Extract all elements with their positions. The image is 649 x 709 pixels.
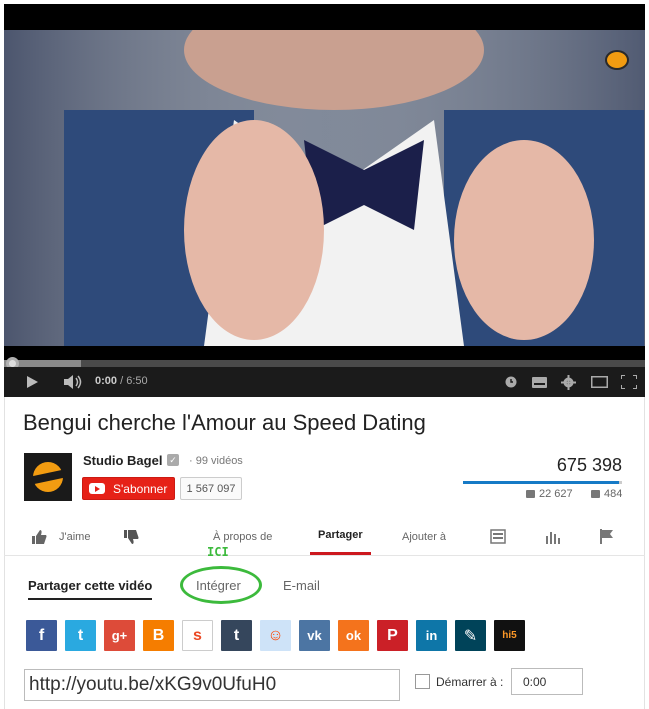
share-url-field[interactable]: http://youtu.be/xKG9v0UfuH0 bbox=[24, 669, 400, 701]
sentiment-likes-fill bbox=[463, 481, 619, 484]
channel-name[interactable]: Studio Bagel bbox=[83, 453, 162, 468]
video-frame[interactable] bbox=[4, 30, 645, 346]
start-at-checkbox[interactable] bbox=[415, 674, 430, 689]
google-plus-icon[interactable]: g+ bbox=[104, 620, 135, 651]
video-count[interactable]: · 99 vidéos bbox=[189, 455, 243, 467]
tab-share[interactable]: Partager bbox=[310, 518, 371, 555]
subtitles-icon[interactable] bbox=[531, 372, 547, 392]
share-tab-email[interactable]: E-mail bbox=[283, 578, 320, 593]
dislike-button[interactable] bbox=[124, 518, 139, 555]
channel-watermark-icon[interactable] bbox=[605, 50, 629, 70]
linkedin-icon[interactable]: in bbox=[416, 620, 447, 651]
reddit-icon[interactable]: ☺ bbox=[260, 620, 291, 651]
subscribe-label: S'abonner bbox=[113, 481, 168, 496]
video-title: Bengui cherche l'Amour au Speed Dating bbox=[23, 410, 426, 435]
progress-bar[interactable] bbox=[4, 357, 645, 370]
time-separator: / bbox=[117, 375, 127, 387]
thumbs-down-icon bbox=[591, 490, 600, 498]
tab-add-to[interactable]: Ajouter à bbox=[402, 518, 446, 555]
stumbleupon-icon[interactable]: s bbox=[182, 620, 213, 651]
start-at-label: Démarrer à : bbox=[436, 675, 504, 689]
flag-icon[interactable] bbox=[600, 518, 614, 555]
facebook-icon[interactable]: f bbox=[26, 620, 57, 651]
time-duration: 6:50 bbox=[126, 375, 148, 387]
twitter-icon[interactable]: t bbox=[65, 620, 96, 651]
tumblr-icon[interactable]: t bbox=[221, 620, 252, 651]
volume-icon[interactable] bbox=[62, 372, 84, 392]
subscriber-count: 1 567 097 bbox=[180, 477, 242, 500]
dislike-count-block: 484 bbox=[591, 488, 622, 500]
video-still bbox=[4, 30, 645, 346]
subscribe-button[interactable]: S'abonner bbox=[82, 477, 175, 500]
thumbs-up-icon bbox=[526, 490, 535, 498]
share-tab-share[interactable]: Partager cette vidéo bbox=[28, 578, 153, 600]
action-bar: J'aime À propos de Partager Ajouter à bbox=[4, 518, 645, 556]
hi5-icon[interactable]: hi5 bbox=[494, 620, 525, 651]
thumbs-up-icon bbox=[32, 529, 47, 544]
view-count: 675 398 bbox=[556, 455, 622, 475]
like-count: 22 627 bbox=[539, 488, 573, 500]
vk-icon[interactable]: vk bbox=[299, 620, 330, 651]
stats-icon[interactable] bbox=[545, 518, 561, 555]
play-icon[interactable] bbox=[24, 372, 40, 392]
like-count-block: 22 627 bbox=[526, 488, 573, 500]
settings-icon[interactable] bbox=[560, 372, 576, 392]
dislike-count: 484 bbox=[604, 488, 623, 500]
livejournal-icon[interactable]: ✎ bbox=[455, 620, 486, 651]
time-display: 0:00 / 6:50 bbox=[95, 375, 148, 387]
clock-icon[interactable] bbox=[504, 372, 518, 392]
sentiment-bar bbox=[463, 481, 622, 484]
annotation-label: ICI bbox=[207, 545, 229, 559]
start-at-input[interactable]: 0:00 bbox=[511, 668, 583, 695]
transcript-icon[interactable] bbox=[490, 518, 506, 555]
like-label: J'aime bbox=[59, 530, 91, 543]
odnoklassniki-icon[interactable]: ok bbox=[338, 620, 369, 651]
thumbs-down-icon bbox=[124, 529, 139, 544]
like-button[interactable]: J'aime bbox=[32, 518, 90, 555]
share-tab-embed[interactable]: Intégrer bbox=[196, 578, 241, 593]
video-player[interactable]: 0:00 / 6:50 bbox=[4, 4, 645, 397]
check-icon: ✓ bbox=[167, 454, 179, 466]
blogger-icon[interactable]: B bbox=[143, 620, 174, 651]
miniplayer-icon[interactable] bbox=[590, 372, 608, 392]
pinterest-icon[interactable]: P bbox=[377, 620, 408, 651]
youtube-logo-icon bbox=[89, 483, 105, 494]
control-bar: 0:00 / 6:50 bbox=[4, 367, 645, 397]
channel-avatar[interactable] bbox=[24, 453, 72, 501]
fullscreen-icon[interactable] bbox=[620, 372, 638, 392]
social-share-buttons: f t g+ Bs t ☺ vk ok Pin ✎ hi5 bbox=[26, 620, 525, 651]
time-current: 0:00 bbox=[95, 375, 118, 387]
